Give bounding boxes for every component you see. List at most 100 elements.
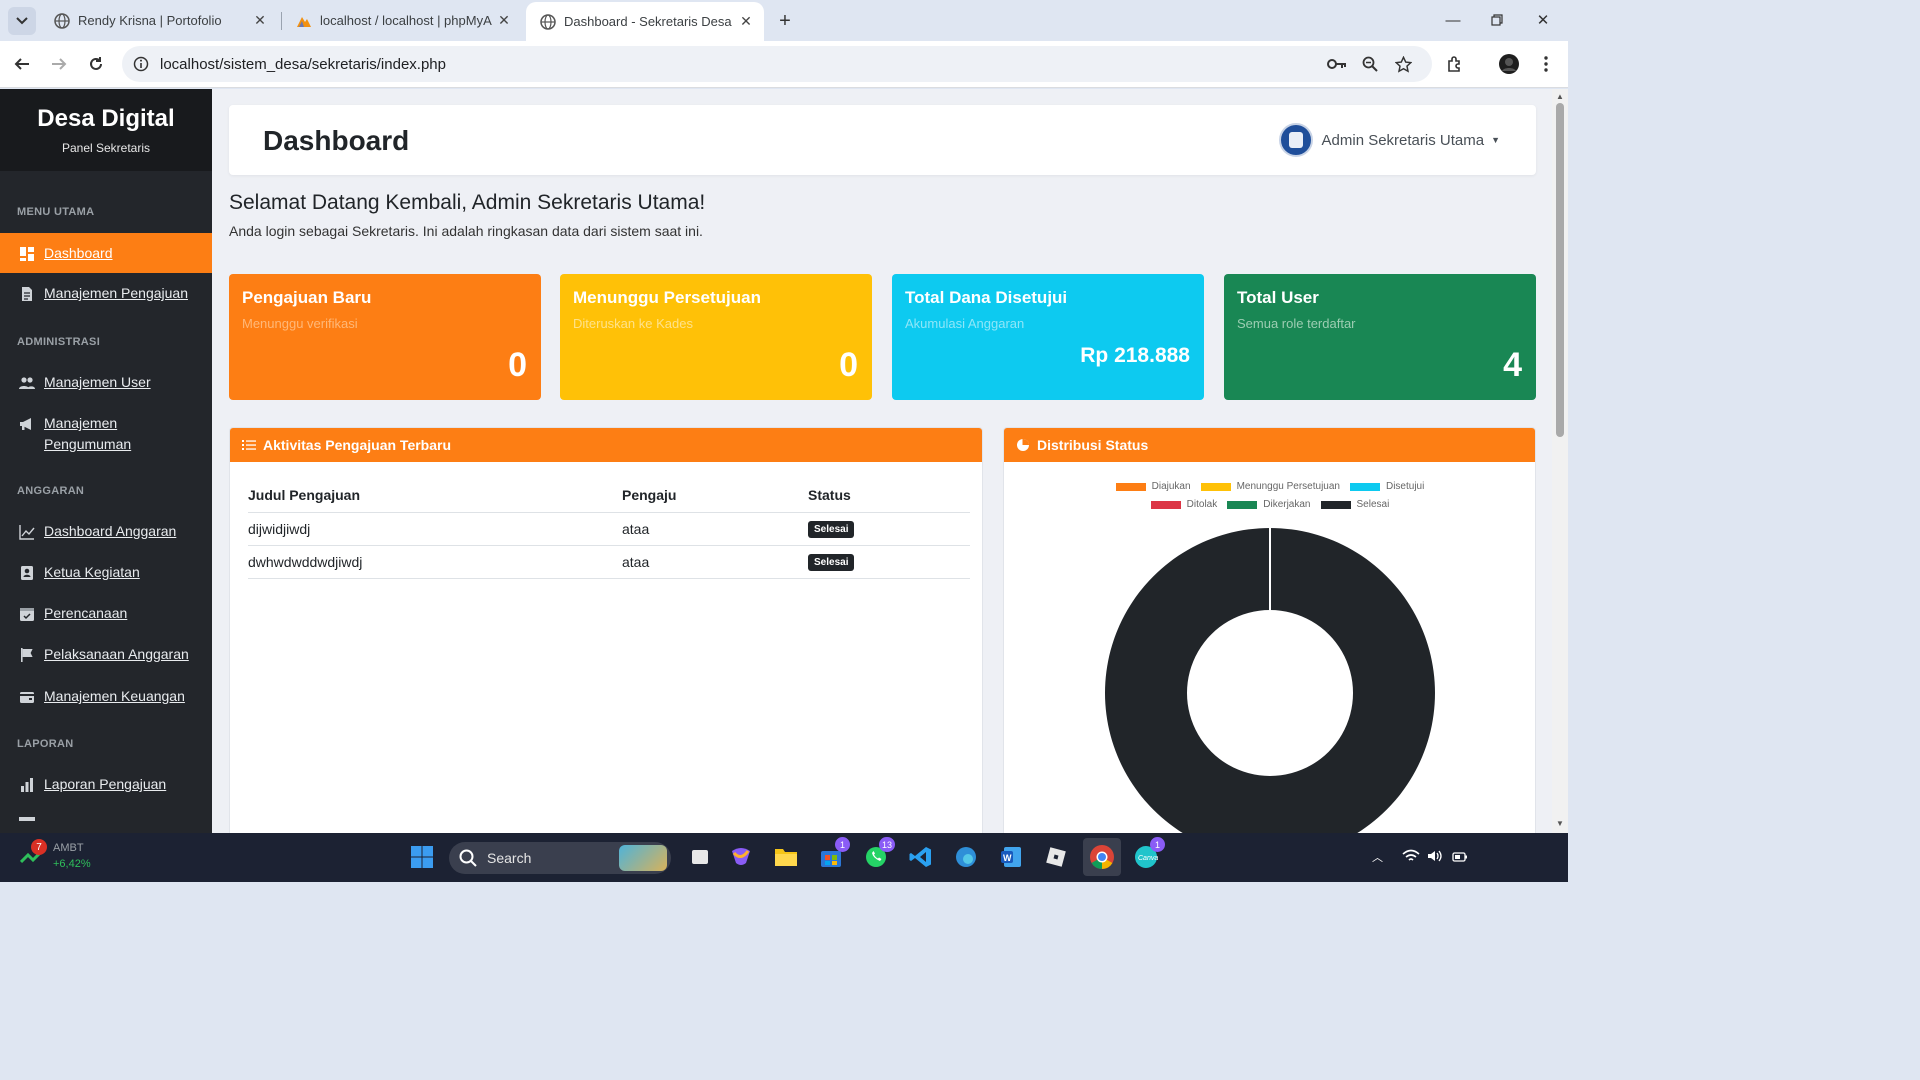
roblox-icon[interactable] — [1040, 841, 1072, 873]
table-row[interactable]: dwhwdwddwdjiwdj ataa Selesai — [248, 545, 970, 579]
extensions-icon[interactable] — [1444, 53, 1466, 75]
sidebar-item-ketua-kegiatan[interactable]: Ketua Kegiatan — [0, 564, 212, 583]
sidebar-item-pelaksanaan-anggaran[interactable]: Pelaksanaan Anggaran — [0, 646, 212, 665]
page-scrollbar[interactable]: ▲ ▼ — [1552, 89, 1568, 833]
distribution-panel: Distribusi Status Diajukan Menunggu Pers… — [1003, 427, 1536, 833]
browser-menu-icon[interactable] — [1535, 53, 1557, 75]
ticker-label: AMBT — [53, 842, 84, 854]
taskbar-search[interactable]: Search — [449, 842, 671, 874]
legend-label: Menunggu Persetujuan — [1236, 481, 1340, 492]
stat-card-total-user: Total User Semua role terdaftar 4 — [1224, 274, 1536, 400]
browser-tab[interactable]: Rendy Krisna | Portofolio ✕ — [40, 0, 278, 41]
legend-item[interactable]: Diajukan — [1115, 481, 1191, 492]
legend-swatch — [1349, 482, 1380, 491]
table-header-row: Judul Pengajuan Pengaju Status — [248, 478, 970, 513]
restore-window-icon[interactable] — [1474, 0, 1520, 40]
vscode-icon[interactable] — [905, 841, 937, 873]
status-donut-chart — [1105, 528, 1435, 833]
reload-icon[interactable] — [82, 50, 110, 78]
canva-icon[interactable]: Canva 1 — [1130, 837, 1165, 873]
stat-subtitle: Akumulasi Anggaran — [905, 316, 1025, 331]
search-icon — [459, 849, 477, 867]
stat-subtitle: Diteruskan ke Kades — [573, 316, 693, 331]
sidebar-item-label: Manajemen Pengajuan — [44, 285, 188, 301]
table-row[interactable]: dijwidjiwdj ataa Selesai — [248, 512, 970, 546]
copilot-icon[interactable] — [725, 841, 757, 873]
brand-subtitle: Panel Sekretaris — [61, 141, 151, 155]
page-title: Dashboard — [263, 125, 410, 156]
word-icon[interactable]: W — [995, 841, 1027, 873]
svg-text:Canva: Canva — [1138, 855, 1158, 862]
tab-search-button[interactable] — [8, 7, 36, 35]
phpmyadmin-icon — [297, 16, 311, 27]
windows-start-icon[interactable] — [406, 841, 438, 873]
status-badge: Selesai — [808, 521, 855, 538]
sidebar-item-dashboard[interactable]: Dashboard — [0, 233, 212, 273]
edge-browser-icon[interactable] — [950, 841, 982, 873]
browser-tab-active[interactable]: Dashboard - Sekretaris Desa ✕ — [526, 2, 764, 41]
sidebar-item-manajemen-keuangan[interactable]: Manajemen Keuangan — [0, 688, 212, 707]
legend-item[interactable]: Ditolak — [1150, 499, 1217, 510]
pie-chart-icon — [1017, 439, 1029, 451]
activity-table: Judul Pengajuan Pengaju Status dijwidjiw… — [248, 478, 970, 579]
activity-panel-header: Aktivitas Pengajuan Terbaru — [230, 428, 982, 462]
task-view-icon[interactable] — [684, 841, 716, 873]
microsoft-store-icon[interactable]: 1 — [815, 837, 850, 873]
stat-subtitle: Semua role terdaftar — [1237, 316, 1356, 331]
whatsapp-icon[interactable]: 13 — [860, 837, 895, 873]
close-tab-icon[interactable]: ✕ — [734, 10, 758, 34]
sidebar-item-manajemen-pengajuan[interactable]: Manajemen Pengajuan — [0, 285, 212, 304]
stat-subtitle: Menunggu verifikasi — [242, 316, 358, 331]
sidebar-brand[interactable]: Desa Digital Panel Sekretaris — [0, 89, 212, 171]
new-tab-button[interactable]: + — [772, 8, 798, 34]
zoom-icon[interactable] — [1360, 54, 1380, 74]
list-icon — [242, 440, 256, 450]
legend-item[interactable]: Selesai — [1320, 499, 1390, 510]
close-tab-icon[interactable]: ✕ — [248, 9, 272, 33]
sidebar-item-manajemen-user[interactable]: Manajemen User — [0, 374, 212, 393]
bookmark-star-icon[interactable] — [1393, 54, 1413, 74]
sidebar-item-label: Dashboard — [44, 244, 113, 261]
address-bar[interactable]: localhost/sistem_desa/sekretaris/index.p… — [122, 46, 1432, 82]
scroll-up-icon[interactable]: ▲ — [1555, 92, 1565, 102]
forward-arrow-icon[interactable] — [45, 50, 73, 78]
close-tab-icon[interactable]: ✕ — [492, 9, 516, 33]
stat-title: Total User — [1237, 288, 1319, 307]
stat-card-pengajuan-baru: Pengajuan Baru Menunggu verifikasi 0 — [229, 274, 541, 400]
legend-label: Dikerjakan — [1263, 499, 1311, 510]
user-dropdown[interactable]: Admin Sekretaris Utama ▼ — [1278, 123, 1500, 157]
legend-item[interactable]: Menunggu Persetujuan — [1200, 481, 1340, 492]
megaphone-icon — [20, 418, 31, 430]
sidebar-item-label: Ketua Kegiatan — [44, 564, 140, 580]
chrome-icon-active[interactable] — [1083, 838, 1121, 876]
legend-item[interactable]: Dikerjakan — [1227, 499, 1311, 510]
legend-label: Selesai — [1356, 499, 1390, 510]
top-header-bar: Dashboard Admin Sekretaris Utama ▼ — [229, 105, 1536, 175]
sidebar-item-dashboard-anggaran[interactable]: Dashboard Anggaran — [0, 523, 212, 542]
wifi-icon[interactable] — [1402, 849, 1420, 868]
browser-tab[interactable]: localhost / localhost | phpMyAd ✕ — [282, 0, 522, 41]
sidebar-item-perencanaan[interactable]: Perencanaan — [0, 605, 212, 624]
chevron-up-icon[interactable]: ︿ — [1372, 849, 1383, 865]
sidebar-item-manajemen-pengumuman[interactable]: Manajemen Pengumuman — [0, 415, 212, 455]
profile-avatar-icon[interactable] — [1498, 53, 1520, 75]
legend-swatch — [1150, 500, 1181, 509]
notification-badge: 7 — [31, 839, 47, 855]
legend-item[interactable]: Disetujui — [1349, 481, 1424, 492]
battery-icon[interactable] — [1452, 850, 1468, 868]
file-explorer-icon[interactable] — [770, 841, 802, 873]
sidebar: Desa Digital Panel Sekretaris MENU UTAMA… — [0, 89, 212, 833]
volume-icon[interactable] — [1427, 849, 1443, 868]
sidebar-item-laporan-pengajuan[interactable]: Laporan Pengajuan — [0, 776, 212, 795]
tab-title: Dashboard - Sekretaris Desa — [564, 14, 732, 29]
chart-legend-row-2: Ditolak Dikerjakan Selesai — [1004, 499, 1535, 510]
svg-text:W: W — [1003, 853, 1012, 863]
back-arrow-icon[interactable] — [8, 50, 36, 78]
site-info-icon[interactable] — [131, 54, 151, 74]
scrollbar-thumb[interactable] — [1556, 103, 1564, 437]
key-icon[interactable] — [1327, 54, 1347, 74]
scroll-down-icon[interactable]: ▼ — [1555, 819, 1565, 829]
minimize-window-icon[interactable]: — — [1430, 0, 1476, 40]
close-window-icon[interactable]: ✕ — [1520, 0, 1566, 40]
url-text[interactable]: localhost/sistem_desa/sekretaris/index.p… — [160, 56, 446, 73]
